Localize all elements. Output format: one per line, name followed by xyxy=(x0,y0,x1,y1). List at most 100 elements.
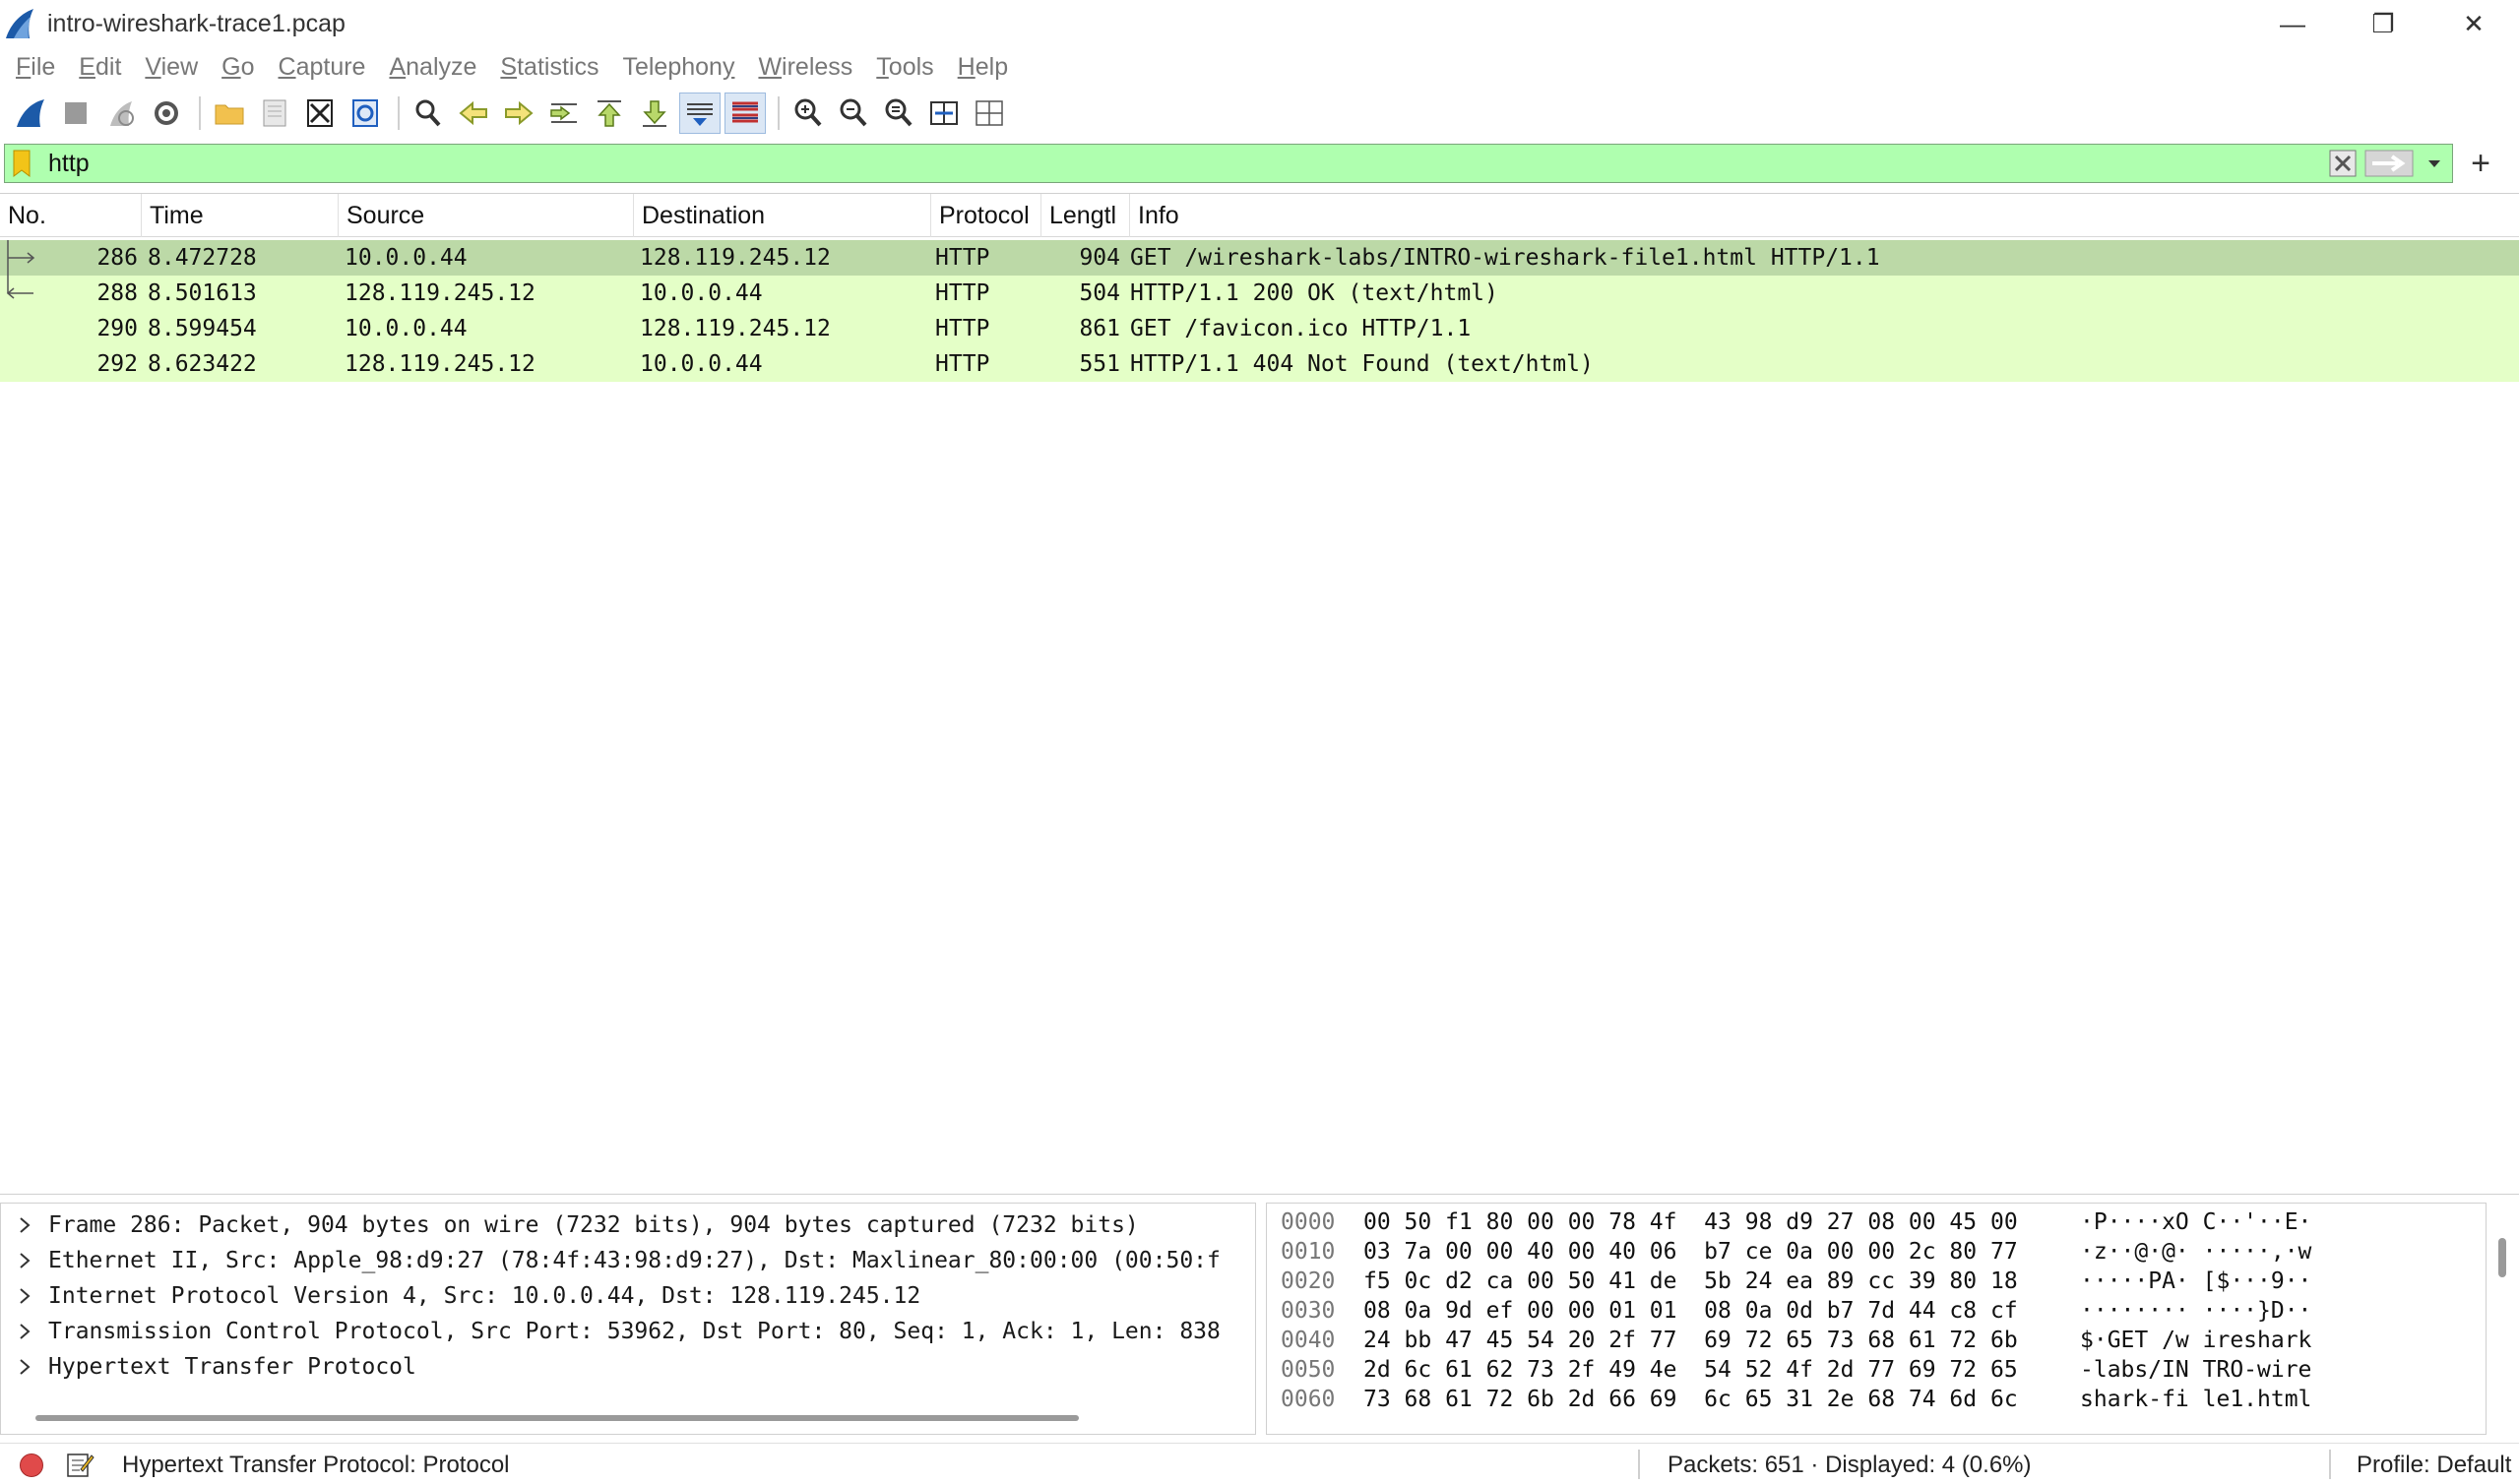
byte-row: 0020 f5 0c d2 ca 00 50 41 de 5b 24 ea 89… xyxy=(1267,1267,2486,1296)
packet-protocol: HTTP xyxy=(935,280,990,306)
menu-view[interactable]: View xyxy=(133,53,210,82)
last-packet-button[interactable] xyxy=(634,93,675,134)
packet-source: 128.119.245.12 xyxy=(345,351,535,377)
column-header-destination[interactable]: Destination xyxy=(634,194,931,237)
byte-ascii[interactable]: ·····PA· [$···9·· xyxy=(2080,1268,2311,1294)
byte-ascii[interactable]: ········ ····}D·· xyxy=(2080,1298,2311,1324)
display-filter-input[interactable] xyxy=(48,146,2324,181)
packet-row[interactable]: 288 8.501613 128.119.245.12 10.0.0.44 HT… xyxy=(0,276,2519,311)
column-header-source[interactable]: Source xyxy=(339,194,634,237)
menu-telephony[interactable]: Telephony xyxy=(610,53,746,82)
packet-info: GET /favicon.ico HTTP/1.1 xyxy=(1130,316,1472,341)
byte-ascii[interactable]: shark-fi le1.html xyxy=(2080,1387,2311,1412)
byte-row: 0060 73 68 61 72 6b 2d 66 69 6c 65 31 2e… xyxy=(1267,1385,2486,1414)
go-back-button[interactable] xyxy=(453,93,494,134)
packet-row[interactable]: 292 8.623422 128.119.245.12 10.0.0.44 HT… xyxy=(0,346,2519,382)
restart-capture-button[interactable] xyxy=(100,93,142,134)
tree-item-ethernet[interactable]: Ethernet II, Src: Apple_98:d9:27 (78:4f:… xyxy=(1,1243,1255,1278)
byte-ascii[interactable]: $·GET /w ireshark xyxy=(2080,1328,2311,1353)
menu-edit[interactable]: Edit xyxy=(67,53,133,82)
chevron-right-icon xyxy=(20,1217,31,1233)
menu-analyze[interactable]: Analyze xyxy=(377,53,488,82)
bytes-vertical-scrollbar[interactable] xyxy=(2498,1238,2506,1277)
status-profile[interactable]: Profile: Default xyxy=(2357,1452,2511,1479)
byte-ascii[interactable]: ·P····xO C··'··E· xyxy=(2080,1209,2311,1235)
menu-statistics[interactable]: Statistics xyxy=(488,53,610,82)
arrow-right-icon xyxy=(2364,150,2414,177)
recent-filters-dropdown[interactable] xyxy=(2417,146,2452,181)
column-header-protocol[interactable]: Protocol xyxy=(931,194,1041,237)
add-filter-button[interactable]: + xyxy=(2461,142,2500,185)
byte-hex[interactable]: 00 50 f1 80 00 00 78 4f 43 98 d9 27 08 0… xyxy=(1363,1209,2018,1235)
zoom-in-button[interactable] xyxy=(787,93,829,134)
byte-hex[interactable]: 73 68 61 72 6b 2d 66 69 6c 65 31 2e 68 7… xyxy=(1363,1387,2018,1412)
stop-capture-button[interactable] xyxy=(55,93,96,134)
gear-icon xyxy=(155,101,178,125)
tree-item-tcp[interactable]: Transmission Control Protocol, Src Port:… xyxy=(1,1314,1255,1349)
chevron-down-icon xyxy=(2428,160,2440,167)
tree-item-label: Internet Protocol Version 4, Src: 10.0.0… xyxy=(48,1283,921,1309)
menu-help[interactable]: Help xyxy=(946,53,1020,82)
filter-bookmark-button[interactable] xyxy=(9,146,34,181)
menu-file[interactable]: File xyxy=(4,53,67,82)
restore-button[interactable]: ❐ xyxy=(2338,0,2428,47)
start-capture-button[interactable] xyxy=(10,93,51,134)
menu-wireless[interactable]: Wireless xyxy=(746,53,864,82)
byte-row: 0010 03 7a 00 00 40 00 40 06 b7 ce 0a 00… xyxy=(1267,1237,2486,1267)
reload-file-button[interactable] xyxy=(345,93,386,134)
column-header-info[interactable]: Info xyxy=(1130,194,2519,237)
arrow-right-icon xyxy=(505,100,534,126)
resize-columns-button[interactable] xyxy=(923,93,965,134)
menu-capture[interactable]: Capture xyxy=(267,53,378,82)
zoom-out-button[interactable] xyxy=(833,93,874,134)
minimize-button[interactable]: — xyxy=(2247,0,2338,47)
packet-no: 288 xyxy=(96,280,138,306)
capture-options-button[interactable] xyxy=(146,93,187,134)
tree-item-http[interactable]: Hypertext Transfer Protocol xyxy=(1,1349,1255,1385)
response-arrow-icon xyxy=(6,276,33,299)
normal-size-button[interactable] xyxy=(878,93,919,134)
close-file-button[interactable] xyxy=(299,93,341,134)
find-packet-button[interactable] xyxy=(408,93,449,134)
capture-comment-icon[interactable] xyxy=(65,1450,94,1479)
minimize-icon: — xyxy=(2280,8,2305,38)
save-file-button[interactable] xyxy=(254,93,295,134)
packet-row[interactable]: 290 8.599454 10.0.0.44 128.119.245.12 HT… xyxy=(0,311,2519,346)
byte-hex[interactable]: 2d 6c 61 62 73 2f 49 4e 54 52 4f 2d 77 6… xyxy=(1363,1357,2018,1383)
expert-info-icon[interactable] xyxy=(20,1453,43,1477)
tree-item-ipv4[interactable]: Internet Protocol Version 4, Src: 10.0.0… xyxy=(1,1278,1255,1314)
search-icon xyxy=(415,99,441,127)
go-to-packet-button[interactable] xyxy=(543,93,585,134)
packet-time: 8.472728 xyxy=(148,245,257,271)
packet-bytes-pane: 0000 00 50 f1 80 00 00 78 4f 43 98 d9 27… xyxy=(1266,1203,2487,1435)
byte-hex[interactable]: 24 bb 47 45 54 20 2f 77 69 72 65 73 68 6… xyxy=(1363,1328,2018,1353)
byte-hex[interactable]: 03 7a 00 00 40 00 40 06 b7 ce 0a 00 00 2… xyxy=(1363,1239,2018,1265)
autoscroll-button[interactable] xyxy=(679,93,721,134)
columns-icon xyxy=(976,100,1003,126)
menu-go[interactable]: Go xyxy=(210,53,266,82)
byte-ascii[interactable]: -labs/IN TRO-wire xyxy=(2080,1357,2311,1383)
toolbar-separator xyxy=(199,96,201,130)
column-header-time[interactable]: Time xyxy=(142,194,339,237)
byte-ascii[interactable]: ·z··@·@· ·····,·w xyxy=(2080,1239,2311,1265)
column-header-length[interactable]: Lengtl xyxy=(1041,194,1130,237)
packet-info: HTTP/1.1 404 Not Found (text/html) xyxy=(1130,351,1594,377)
open-file-button[interactable] xyxy=(209,93,250,134)
colorize-button[interactable] xyxy=(724,93,766,134)
byte-hex[interactable]: f5 0c d2 ca 00 50 41 de 5b 24 ea 89 cc 3… xyxy=(1363,1268,2018,1294)
first-packet-button[interactable] xyxy=(589,93,630,134)
byte-row: 0050 2d 6c 61 62 73 2f 49 4e 54 52 4f 2d… xyxy=(1267,1355,2486,1385)
details-horizontal-scrollbar[interactable] xyxy=(35,1415,1079,1421)
packet-source: 10.0.0.44 xyxy=(345,245,468,271)
packet-length: 504 xyxy=(1079,280,1120,306)
byte-hex[interactable]: 08 0a 9d ef 00 00 01 01 08 0a 0d b7 7d 4… xyxy=(1363,1298,2018,1324)
close-button[interactable]: ✕ xyxy=(2428,0,2519,47)
columns-layout-button[interactable] xyxy=(969,93,1010,134)
menu-tools[interactable]: Tools xyxy=(864,53,945,82)
packet-row[interactable]: 286 8.472728 10.0.0.44 128.119.245.12 HT… xyxy=(0,240,2519,276)
column-header-no[interactable]: No. xyxy=(0,194,142,237)
tree-item-frame[interactable]: Frame 286: Packet, 904 bytes on wire (72… xyxy=(1,1207,1255,1243)
clear-filter-button[interactable] xyxy=(2324,146,2362,181)
go-forward-button[interactable] xyxy=(498,93,539,134)
apply-filter-button[interactable] xyxy=(2362,146,2417,181)
